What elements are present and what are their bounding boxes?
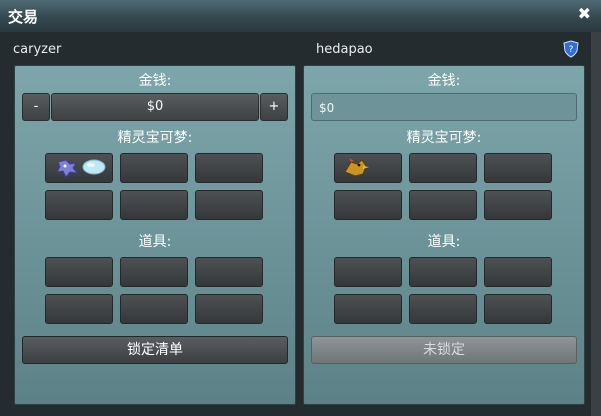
left-money-label: 金钱: xyxy=(138,73,172,89)
left-username: caryzer xyxy=(13,42,62,57)
right-pokemon-slot-1 xyxy=(334,153,402,183)
right-pokemon-slot-5 xyxy=(409,190,477,220)
left-pokemon-slot-6[interactable] xyxy=(195,190,263,220)
right-item-slot-6 xyxy=(484,294,552,324)
left-pokemon-label: 精灵宝可梦: xyxy=(117,130,193,146)
left-pokemon-slot-2[interactable] xyxy=(120,153,188,183)
right-edge-scrollbar[interactable] xyxy=(591,32,601,416)
dragon-and-egg-sprite-icon xyxy=(56,159,106,178)
title-bar: 交易 ✖ xyxy=(0,0,601,32)
bird-sprite-icon xyxy=(344,158,369,177)
right-pokemon-slot-6 xyxy=(484,190,552,220)
left-pokemon-slot-5[interactable] xyxy=(120,190,188,220)
left-item-slot-2[interactable] xyxy=(120,257,188,287)
window-title: 交易 xyxy=(8,8,39,26)
right-pokemon-label: 精灵宝可梦: xyxy=(406,130,482,146)
money-increase-button[interactable]: + xyxy=(260,93,288,121)
left-pokemon-slot-4[interactable] xyxy=(45,190,113,220)
close-icon[interactable]: ✖ xyxy=(578,4,591,23)
left-item-slot-5[interactable] xyxy=(120,294,188,324)
right-pokemon-slot-2 xyxy=(409,153,477,183)
money-decrease-button[interactable]: - xyxy=(22,93,50,121)
right-trade-panel: 金钱: $0 精灵宝可梦: 道具: 未锁定 xyxy=(303,65,585,405)
right-item-slot-1 xyxy=(334,257,402,287)
right-item-slot-4 xyxy=(334,294,402,324)
right-pokemon-slot-4 xyxy=(334,190,402,220)
right-username: hedapao xyxy=(316,42,373,57)
right-item-slot-5 xyxy=(409,294,477,324)
left-pokemon-slot-1[interactable] xyxy=(45,153,113,183)
left-item-slot-1[interactable] xyxy=(45,257,113,287)
left-item-slot-4[interactable] xyxy=(45,294,113,324)
right-item-slot-3 xyxy=(484,257,552,287)
lock-list-button[interactable]: 锁定清单 xyxy=(22,336,288,364)
left-items-label: 道具: xyxy=(138,234,172,250)
right-pokemon-slot-3 xyxy=(484,153,552,183)
svg-text:?: ? xyxy=(569,45,574,55)
right-money-label: 金钱: xyxy=(427,73,461,89)
left-item-slot-3[interactable] xyxy=(195,257,263,287)
right-money-amount: $0 xyxy=(311,93,577,121)
left-item-slot-6[interactable] xyxy=(195,294,263,324)
left-pokemon-slot-3[interactable] xyxy=(195,153,263,183)
left-trade-panel: 金钱: - $0 + 精灵宝可梦: 道具: 锁定清单 xyxy=(14,65,296,405)
unlocked-status-button: 未锁定 xyxy=(311,336,577,364)
right-item-slot-2 xyxy=(409,257,477,287)
right-items-label: 道具: xyxy=(427,234,461,250)
money-amount-field[interactable]: $0 xyxy=(51,93,259,121)
shield-help-icon[interactable]: ? xyxy=(563,40,579,58)
